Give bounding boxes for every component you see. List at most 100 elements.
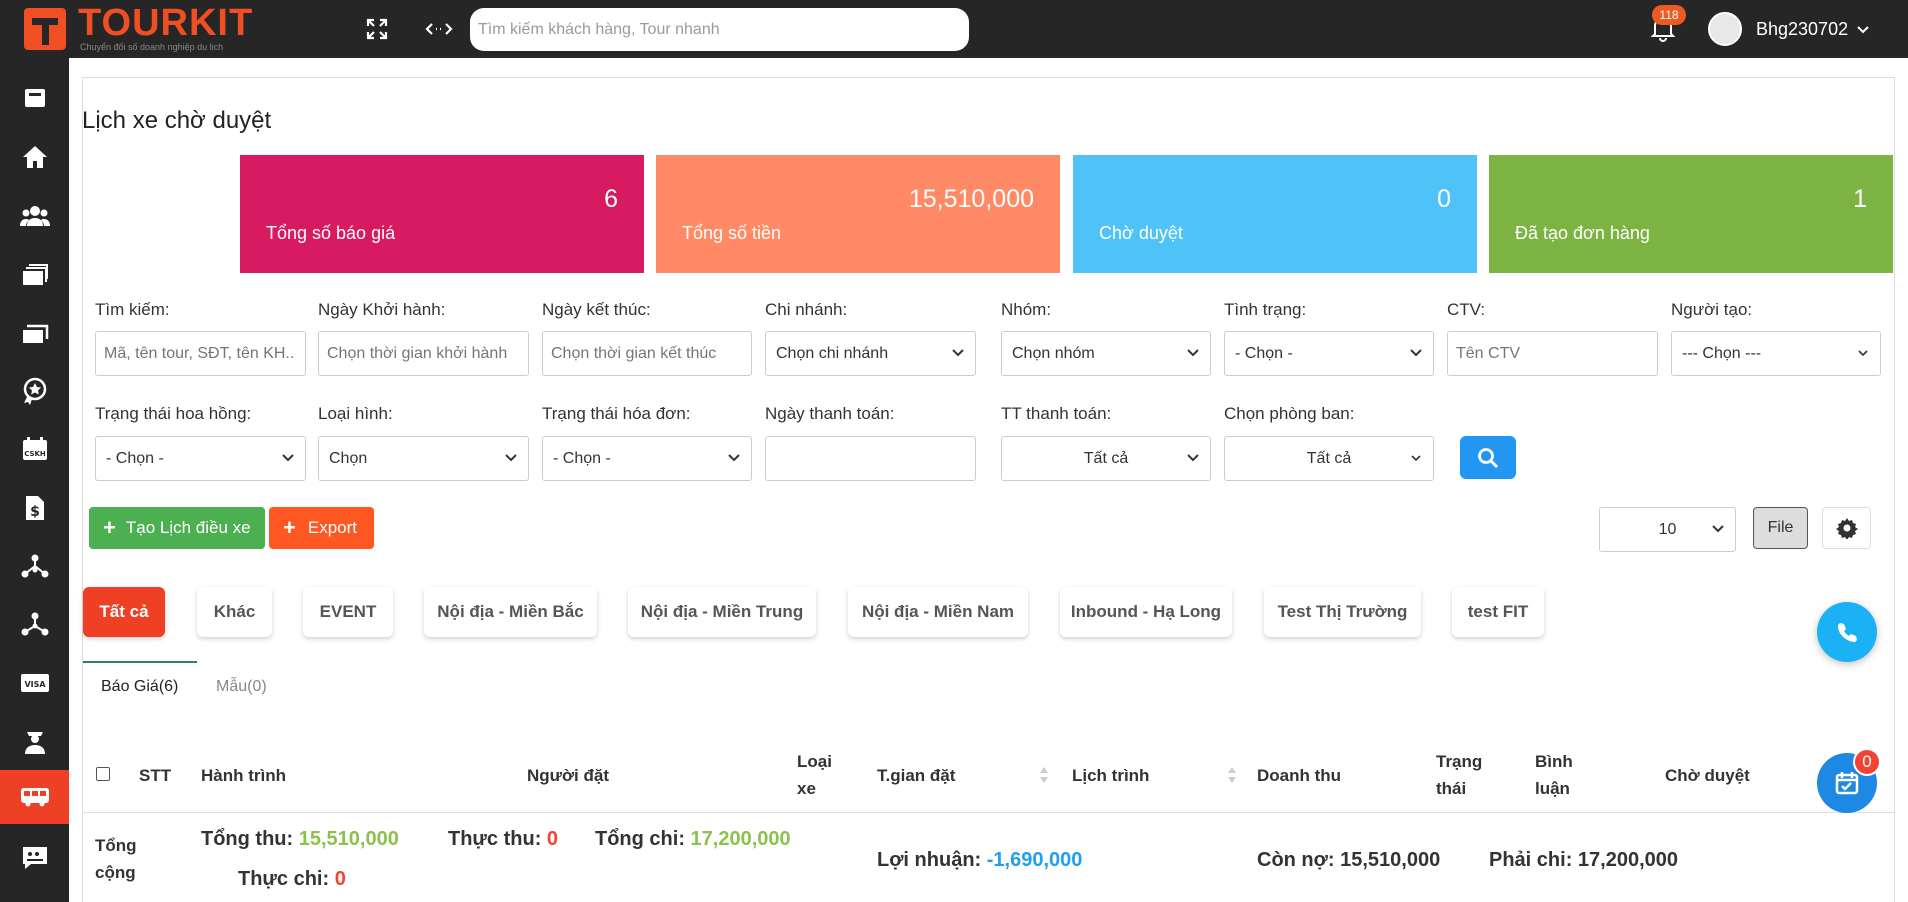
select-all-checkbox[interactable]: [96, 767, 110, 781]
tab-event[interactable]: EVENT: [303, 587, 393, 637]
avatar[interactable]: [1708, 12, 1742, 46]
pay-status-select[interactable]: Tất cả: [1001, 436, 1211, 481]
col-comment[interactable]: Bình luận: [1535, 748, 1573, 802]
search-input[interactable]: [95, 331, 306, 376]
sort-icon[interactable]: [1226, 765, 1238, 785]
total-expense: Tổng chi: 17,200,000: [595, 828, 791, 851]
chevron-down-icon: [728, 454, 740, 462]
card-label: Đã tạo đơn hàng: [1515, 223, 1650, 243]
start-date-input[interactable]: [318, 331, 529, 376]
col-booker[interactable]: Người đặt: [527, 762, 609, 789]
chevron-down-icon: [282, 454, 294, 462]
cskh-calendar-icon: CSKH: [22, 437, 47, 460]
col-booked-time[interactable]: T.gian đặt: [877, 762, 955, 789]
sidebar-item-copy[interactable]: [0, 308, 69, 358]
sidebar-item-book[interactable]: [0, 73, 69, 123]
department-select[interactable]: Tất cả: [1224, 436, 1434, 481]
col-route[interactable]: Hành trình: [201, 762, 286, 789]
subtab-templates[interactable]: Mẫu(0): [216, 678, 267, 696]
export-button[interactable]: + Export: [269, 507, 374, 549]
export-label: Export: [307, 518, 357, 537]
payable: Phải chi: 17,200,000: [1489, 849, 1678, 872]
tab-domestic-south[interactable]: Nội địa - Miền Nam: [848, 587, 1028, 637]
settings-button[interactable]: [1822, 507, 1871, 549]
chevron-down-icon: [1858, 350, 1868, 357]
col-vehicle[interactable]: Loại xe: [797, 748, 832, 802]
status-label: Tình trạng:: [1224, 300, 1307, 319]
select-value: Tất cả: [1306, 449, 1352, 467]
phone-icon: [1837, 623, 1857, 642]
brand-logo[interactable]: TOURKIT Chuyển đổi số doanh nghiệp du lị…: [22, 2, 262, 54]
ctv-input[interactable]: [1447, 331, 1658, 376]
sidebar-item-finance[interactable]: $: [0, 483, 69, 533]
commission-select[interactable]: - Chọn -: [95, 436, 306, 481]
col-revenue[interactable]: Doanh thu: [1257, 762, 1341, 789]
creator-label: Người tạo:: [1671, 300, 1753, 319]
profit-value: -1,690,000: [986, 849, 1083, 871]
plus-icon: +: [283, 515, 296, 540]
expand-horizontal-icon[interactable]: [424, 16, 454, 42]
sidebar-item-users[interactable]: [0, 191, 69, 241]
sort-icon[interactable]: [1038, 765, 1050, 785]
tab-all[interactable]: Tất cả: [83, 587, 165, 637]
sidebar-item-driver[interactable]: [0, 716, 69, 766]
calendar-check-icon: [1835, 772, 1859, 795]
svg-text:CSKH: CSKH: [24, 450, 46, 458]
col-vehicle-l2: xe: [797, 779, 816, 798]
notification-count-badge: 118: [1652, 5, 1686, 25]
sidebar-item-cskh[interactable]: CSKH: [0, 424, 69, 474]
status-select[interactable]: - Chọn -: [1224, 331, 1434, 376]
card-orders-created: 1 Đã tạo đơn hàng: [1489, 155, 1893, 273]
users-icon: [19, 206, 50, 226]
sidebar-item-folders[interactable]: [0, 250, 69, 300]
col-pending[interactable]: Chờ duyệt: [1665, 762, 1750, 789]
col-status-l2: thái: [1436, 779, 1467, 798]
creator-select[interactable]: --- Chọn ---: [1671, 331, 1881, 376]
file-button[interactable]: File: [1753, 507, 1808, 549]
pay-date-input[interactable]: [765, 436, 976, 481]
ctv-label: CTV:: [1447, 300, 1486, 319]
calendar-count-badge: 0: [1853, 748, 1881, 776]
select-value: Tất cả: [1083, 449, 1129, 467]
page-size-select[interactable]: 10: [1599, 507, 1736, 552]
start-date-label: Ngày Khởi hành:: [318, 300, 446, 319]
invoice-select[interactable]: - Chọn -: [542, 436, 752, 481]
global-search-input[interactable]: [470, 8, 969, 51]
tab-test-fit[interactable]: test FIT: [1452, 587, 1544, 637]
select-value: - Chọn -: [106, 449, 164, 467]
fullscreen-icon[interactable]: [364, 16, 390, 42]
svg-text:VISA: VISA: [24, 680, 46, 689]
user-menu[interactable]: Bhg230702: [1756, 19, 1869, 40]
sitemap-icon: [21, 554, 48, 578]
col-stt[interactable]: STT: [139, 762, 171, 789]
sidebar-item-visa[interactable]: VISA: [0, 658, 69, 708]
col-comment-l2: luận: [1535, 779, 1570, 798]
sidebar-item-network[interactable]: [0, 599, 69, 649]
sidebar-item-bus[interactable]: [0, 770, 69, 824]
type-select[interactable]: Chọn: [318, 436, 529, 481]
subtab-quotes[interactable]: Báo Giá(6): [101, 678, 178, 696]
subtab-underline: [83, 661, 197, 663]
card-label: Tổng số tiền: [682, 223, 782, 243]
card-value: 0: [1437, 185, 1451, 213]
end-date-input[interactable]: [542, 331, 752, 376]
tab-other[interactable]: Khác: [197, 587, 272, 637]
search-button[interactable]: [1460, 436, 1516, 479]
tab-domestic-central[interactable]: Nội địa - Miền Trung: [628, 587, 816, 637]
sidebar-item-sitemap[interactable]: [0, 541, 69, 591]
col-status[interactable]: Trạng thái: [1436, 748, 1482, 802]
logo-mark-icon: [24, 8, 66, 50]
group-select[interactable]: Chọn nhóm: [1001, 331, 1211, 376]
tab-domestic-north[interactable]: Nội địa - Miền Bắc: [424, 587, 597, 637]
sidebar-item-home[interactable]: [0, 132, 69, 182]
call-button[interactable]: [1817, 602, 1877, 662]
chevron-down-icon: [505, 454, 517, 462]
create-schedule-button[interactable]: + Tạo Lịch điều xe: [89, 507, 265, 549]
sidebar: CSKH $ VISA: [0, 58, 69, 902]
tab-test-market[interactable]: Test Thị Trường: [1264, 587, 1421, 637]
sidebar-item-chat[interactable]: [0, 833, 69, 883]
sidebar-item-badge[interactable]: [0, 366, 69, 416]
col-schedule[interactable]: Lịch trình: [1072, 762, 1149, 789]
branch-select[interactable]: Chọn chi nhánh: [765, 331, 976, 376]
tab-inbound-halong[interactable]: Inbound - Hạ Long: [1060, 587, 1232, 637]
